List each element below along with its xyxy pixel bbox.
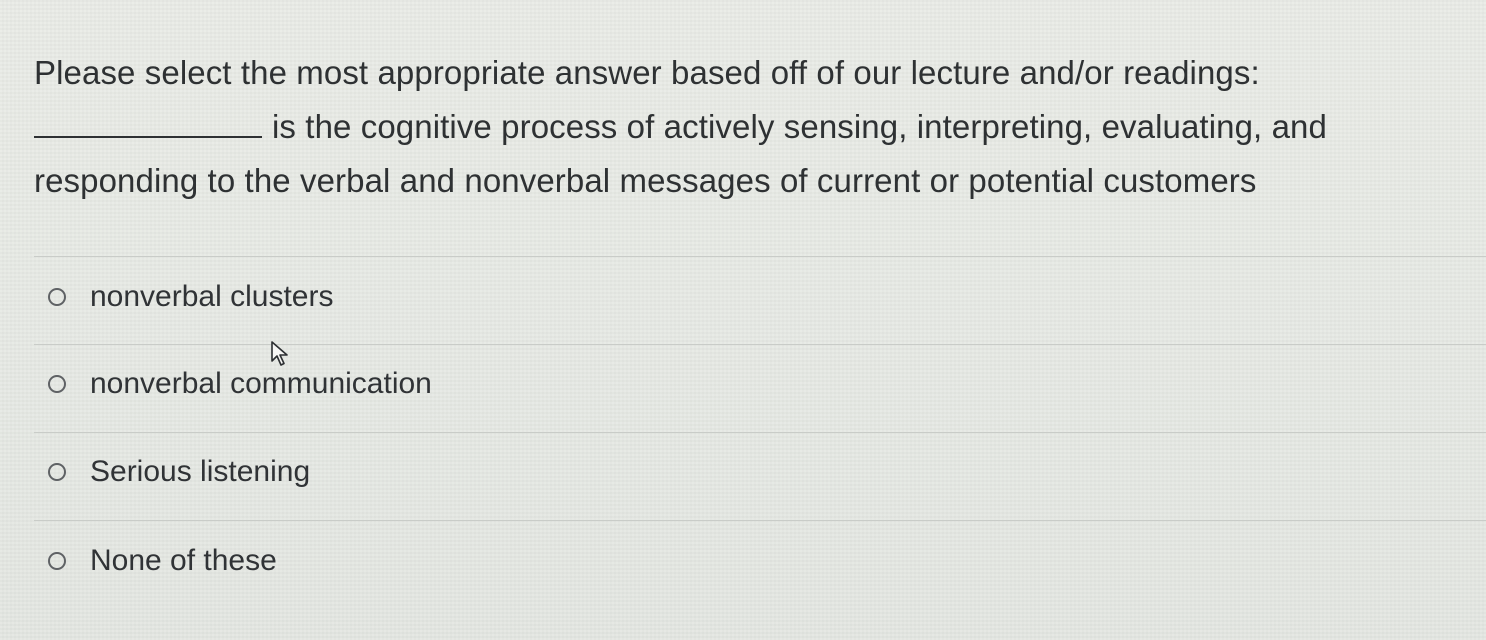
option-label: nonverbal communication xyxy=(90,367,432,400)
question-line-2-text: is the cognitive process of actively sen… xyxy=(272,108,1327,145)
option-label: None of these xyxy=(90,544,277,577)
divider xyxy=(34,432,1486,433)
answer-blank xyxy=(34,106,262,138)
mouse-pointer-icon xyxy=(271,341,288,366)
divider xyxy=(34,344,1486,345)
option-label: Serious listening xyxy=(90,455,311,488)
question-line-2: is the cognitive process of actively sen… xyxy=(34,100,1434,154)
divider xyxy=(34,520,1486,521)
radio-unselected-icon[interactable] xyxy=(48,375,66,393)
question-line-1: Please select the most appropriate answe… xyxy=(34,54,1260,91)
option-nonverbal-clusters[interactable]: nonverbal clusters xyxy=(48,277,333,317)
quiz-screen: Please select the most appropriate answe… xyxy=(0,0,1486,640)
radio-unselected-icon[interactable] xyxy=(48,288,66,306)
option-nonverbal-communication[interactable]: nonverbal communication xyxy=(48,364,432,404)
divider xyxy=(34,256,1486,257)
option-none-of-these[interactable]: None of these xyxy=(48,541,277,581)
question-text: Please select the most appropriate answe… xyxy=(34,46,1434,208)
radio-unselected-icon[interactable] xyxy=(48,552,66,570)
radio-unselected-icon[interactable] xyxy=(48,463,66,481)
option-label: nonverbal clusters xyxy=(90,280,334,313)
option-serious-listening[interactable]: Serious listening xyxy=(48,452,310,492)
question-line-3: responding to the verbal and nonverbal m… xyxy=(34,162,1257,199)
